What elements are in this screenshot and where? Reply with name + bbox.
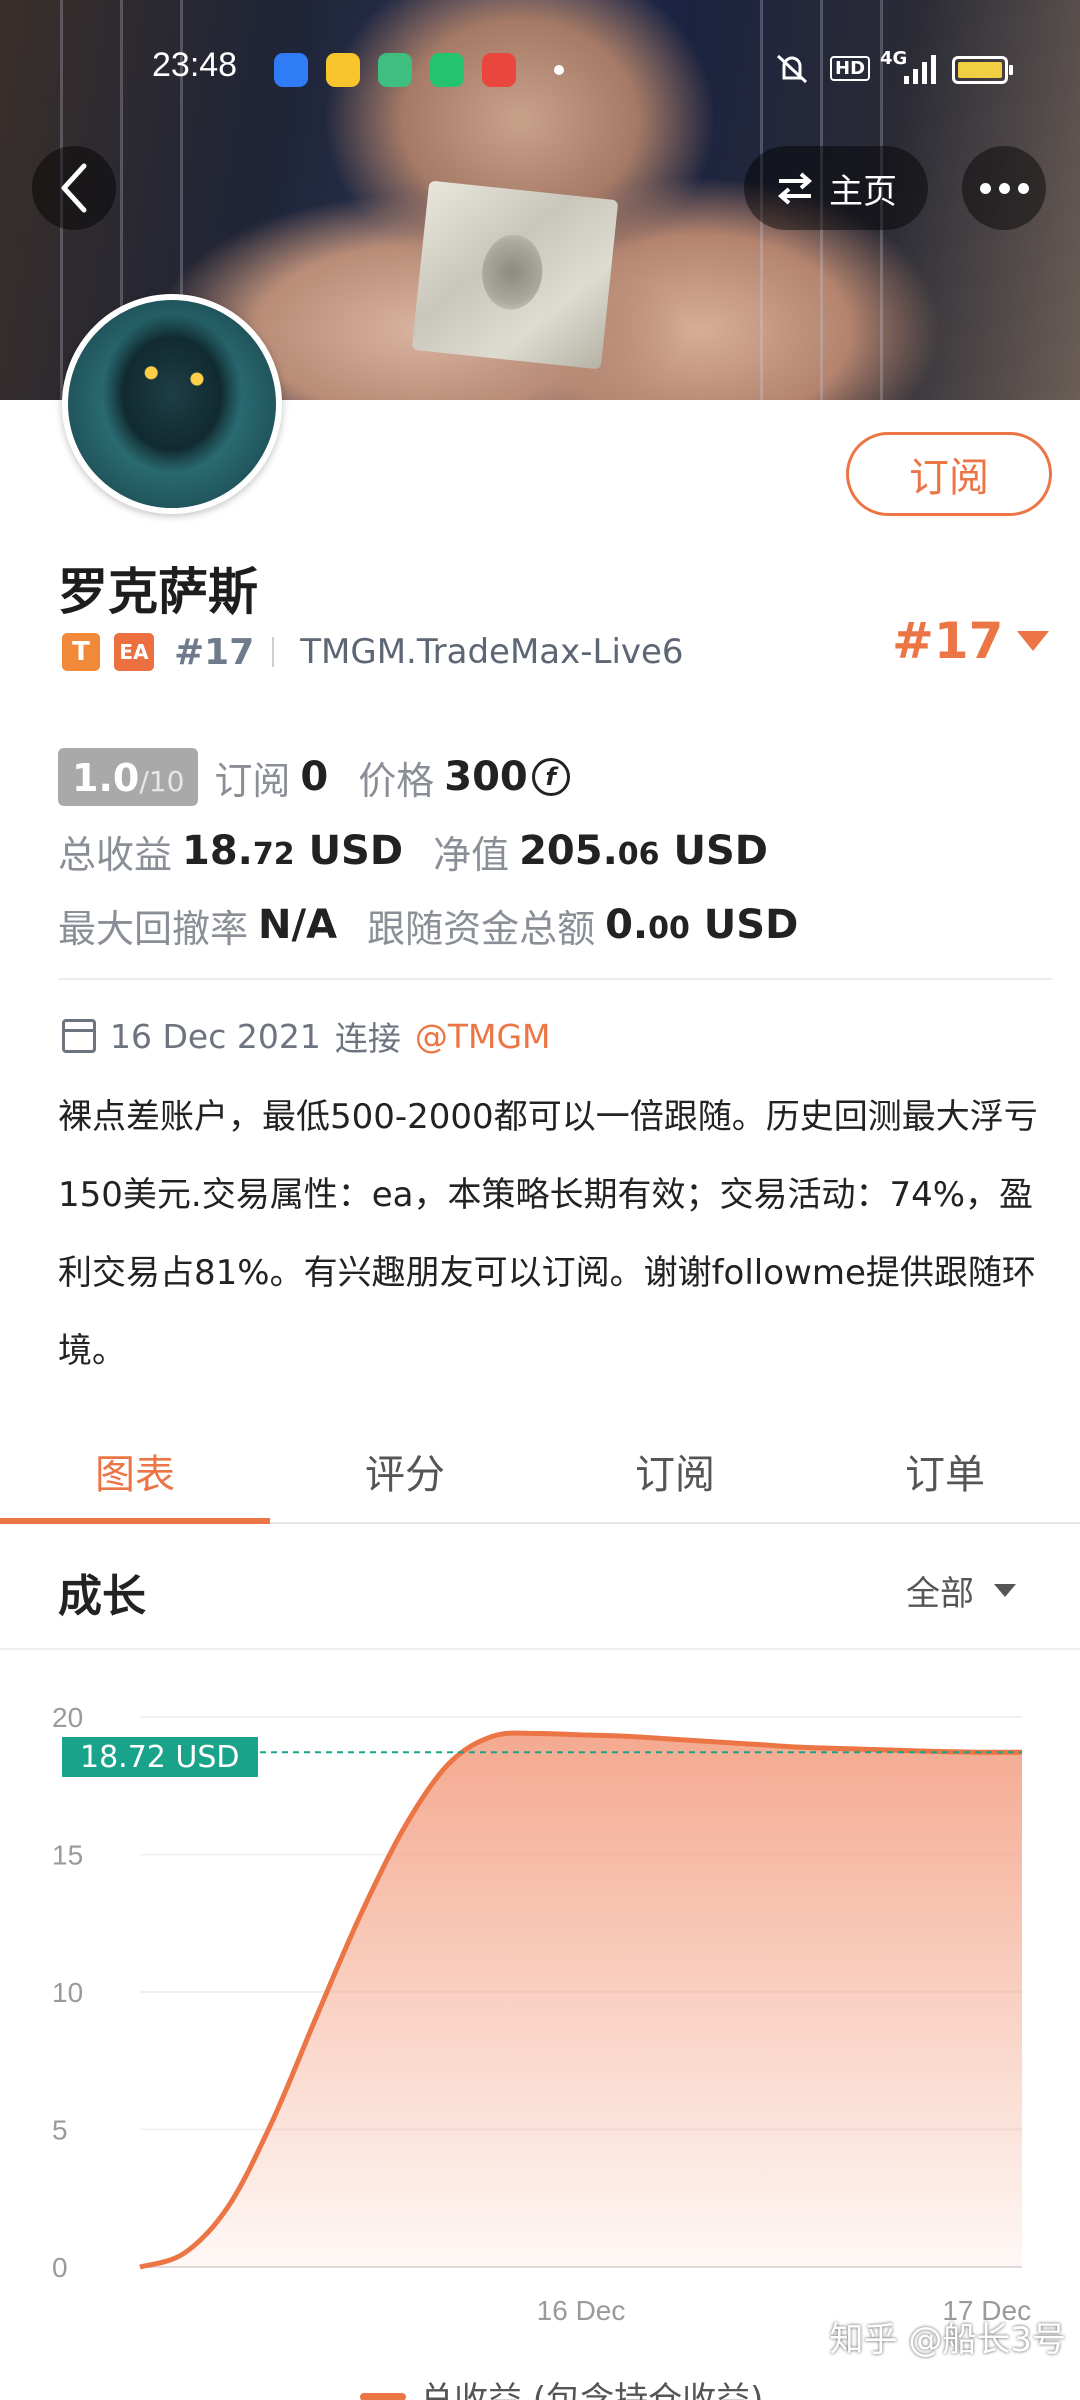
- area-fill: [140, 1733, 1022, 2267]
- strategy-description: 裸点差账户，最低500-2000都可以一倍跟随。历史回测最大浮亏150美元.交易…: [58, 1097, 1038, 1371]
- separator: [272, 637, 275, 667]
- equity-value: 205.06 USD: [519, 828, 768, 874]
- drawdown-label: 最大回撤率: [58, 906, 249, 951]
- server-name: TMGM.TradeMax-Live6: [300, 632, 684, 672]
- subscribe-count-label: 订阅: [214, 758, 291, 803]
- follow-funds-value: 0.00 USD: [605, 902, 799, 948]
- triangle-down-icon: [1017, 631, 1050, 651]
- score-max: /10: [139, 765, 185, 798]
- mute-vibrate-icon: [776, 54, 808, 84]
- y-tick-label: 10: [52, 1977, 83, 2008]
- dollar-bill-image: [411, 180, 619, 370]
- ea-badge: EA: [114, 633, 154, 671]
- app-blue-icon: [274, 53, 308, 87]
- notification-dot-icon: [554, 65, 564, 75]
- y-tick-label: 0: [52, 2252, 68, 2283]
- subscribe-button[interactable]: 订阅: [846, 432, 1052, 516]
- status-time: 23:48: [152, 46, 238, 84]
- coin-icon: f: [531, 758, 570, 796]
- legend-swatch: [360, 2392, 406, 2400]
- app-red-icon: [482, 53, 516, 87]
- connect-date: 16 Dec 2021: [110, 1016, 321, 1056]
- chevron-left-icon: [61, 163, 87, 213]
- broker-link[interactable]: @TMGM: [415, 1017, 551, 1056]
- app-green2-icon: [430, 53, 464, 87]
- back-button[interactable]: [32, 146, 116, 230]
- drawdown-value: N/A: [258, 902, 338, 948]
- tab-rating[interactable]: 评分: [270, 1420, 540, 1522]
- tab-bar: 图表 评分 订阅 订单: [0, 1420, 1080, 1524]
- current-value-tag: 18.72 USD: [62, 1737, 258, 1777]
- more-button[interactable]: [962, 146, 1046, 230]
- signal-icon: [904, 55, 936, 84]
- hd-icon: HD: [830, 56, 871, 81]
- subscribe-count-value: 0: [300, 754, 329, 800]
- chart-legend: 总收益 (包含持仓收益): [360, 2372, 763, 2400]
- connect-verb: 连接: [334, 1019, 401, 1058]
- score-badge: 1.0 /10: [58, 748, 199, 806]
- battery-icon: [952, 56, 1013, 84]
- trader-name: 罗克萨斯: [58, 563, 258, 621]
- y-tick-label: 15: [52, 1840, 83, 1871]
- tab-chart[interactable]: 图表: [0, 1420, 270, 1524]
- t-badge: T: [62, 633, 100, 671]
- triangle-down-icon: [994, 1584, 1016, 1597]
- section-title: 成长: [58, 1571, 146, 1622]
- watermark: 知乎 @船长3号: [829, 2320, 1066, 2360]
- stats-panel: 1.0 /10 订阅 0 价格 300 f 总收益 18.72 USD 净值 2…: [58, 740, 1048, 962]
- price-label: 价格: [358, 758, 435, 803]
- range-label: 全部: [906, 1574, 974, 1614]
- equity-label: 净值: [433, 832, 510, 877]
- growth-header: 成长 全部: [0, 1526, 1080, 1650]
- rank-label: #17: [174, 631, 255, 673]
- more-dots-icon: [979, 182, 991, 194]
- rank-dropdown[interactable]: #17: [892, 612, 1050, 670]
- total-profit-value: 18.72 USD: [182, 828, 404, 874]
- rank-big-label: #17: [892, 612, 1004, 670]
- home-button[interactable]: 主页: [744, 146, 928, 230]
- score-value: 1.0: [72, 756, 140, 800]
- app-green-icon: [378, 53, 412, 87]
- swap-icon: [777, 172, 813, 205]
- connect-info: 16 Dec 2021 连接 @TMGM: [62, 1012, 551, 1060]
- avatar[interactable]: [62, 294, 282, 514]
- price-value: 300: [444, 754, 528, 800]
- y-tick-label: 5: [52, 2115, 68, 2146]
- divider: [58, 978, 1052, 980]
- legend-label: 总收益 (包含持仓收益): [420, 2380, 764, 2400]
- tab-subscribe[interactable]: 订阅: [540, 1420, 810, 1522]
- total-profit-label: 总收益: [58, 832, 173, 877]
- x-tick-label: 16 Dec: [537, 2295, 626, 2326]
- home-label: 主页: [829, 171, 897, 212]
- y-tick-label: 20: [52, 1702, 83, 1733]
- status-bar: 23:48 HD 4G: [0, 40, 1080, 96]
- badge-row: T EA #17 TMGM.TradeMax-Live6: [62, 630, 684, 674]
- follow-funds-label: 跟随资金总额: [367, 906, 596, 951]
- app-yellow-icon: [326, 53, 360, 87]
- tab-orders[interactable]: 订单: [810, 1420, 1080, 1522]
- range-dropdown[interactable]: 全部: [906, 1566, 1016, 1615]
- calendar-icon: [62, 1019, 96, 1053]
